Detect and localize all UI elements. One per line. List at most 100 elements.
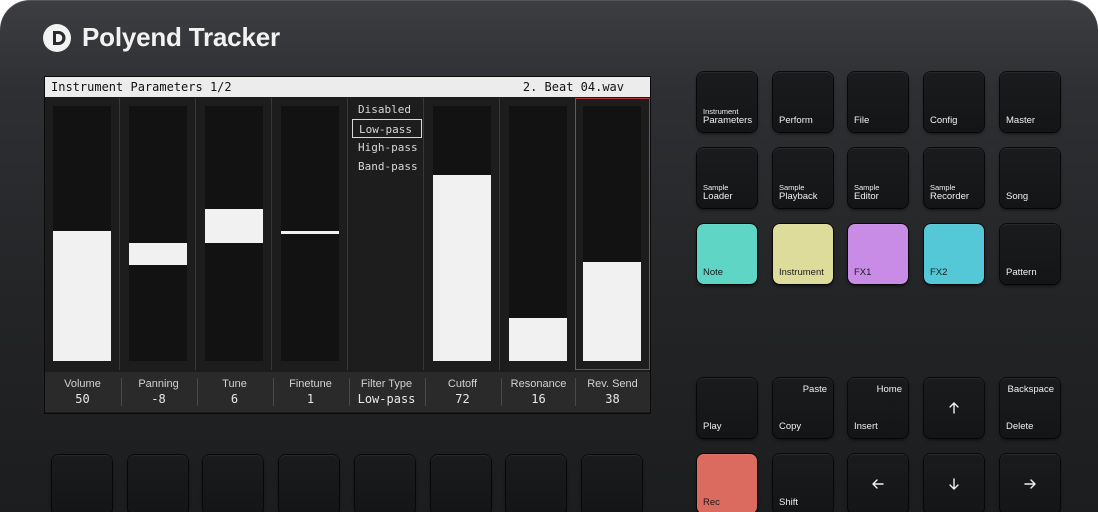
config-button[interactable]: Config [924, 72, 984, 132]
param-label-finetune: Finetune 1 [273, 372, 348, 412]
filter-option-high-pass[interactable]: High-pass [352, 138, 422, 157]
filter-option-low-pass[interactable]: Low-pass [352, 119, 422, 138]
filter-option-band-pass[interactable]: Band-pass [352, 157, 422, 176]
arrow-up-icon [949, 402, 959, 414]
screen-header: Instrument Parameters 1/2 2. Beat 04.wav [45, 77, 650, 97]
note-label: Note [703, 267, 724, 278]
insert-label: Insert [854, 421, 878, 432]
param-value: 6 [230, 392, 239, 406]
sample-playback-button[interactable]: Sample Playback [773, 148, 833, 208]
display-screen: Instrument Parameters 1/2 2. Beat 04.wav… [44, 76, 651, 414]
screen-pad-7[interactable] [506, 455, 566, 512]
param-name: Tune [222, 378, 247, 390]
param-label-filter-type: Filter Type Low-pass [349, 372, 424, 412]
instrument-parameters-button[interactable]: Instrument Parameters [697, 72, 757, 132]
master-button[interactable]: Master [1000, 72, 1060, 132]
param-value: -8 [151, 392, 166, 406]
screen-pad-5[interactable] [355, 455, 415, 512]
backspace-label: Backspace [1007, 384, 1054, 395]
cutoff-bar-fill [433, 175, 491, 361]
arrow-right-button[interactable] [1000, 454, 1060, 512]
song-button[interactable]: Song [1000, 148, 1060, 208]
param-column-finetune[interactable] [273, 98, 348, 370]
shift-button[interactable]: Shift [773, 454, 833, 512]
param-name: Resonance [510, 378, 567, 390]
param-column-rev-send[interactable] [575, 98, 650, 370]
shift-label: Shift [779, 497, 799, 508]
polyend-logo-icon [43, 23, 71, 52]
param-label-tune: Tune 6 [197, 372, 272, 412]
master-label: Master [1006, 115, 1036, 126]
param-value: 72 [455, 392, 470, 406]
sample-playback-label: Playback [779, 191, 818, 202]
sample-editor-button[interactable]: Sample Editor [848, 148, 908, 208]
paste-label: Paste [802, 384, 827, 395]
arrow-down-button[interactable] [924, 454, 984, 512]
sample-loader-button[interactable]: Sample Loader [697, 148, 757, 208]
finetune-bar-marker [281, 231, 339, 234]
param-label-bar: Volume 50 Panning -8 Tune 6 Finetune 1 Filte… [45, 372, 650, 412]
arrow-right-icon [1024, 479, 1036, 489]
screen-pad-8[interactable] [582, 455, 642, 512]
screen-title: Instrument Parameters 1/2 [51, 80, 232, 94]
param-name: Panning [138, 378, 179, 390]
param-column-resonance[interactable] [501, 98, 576, 370]
file-button[interactable]: File [848, 72, 908, 132]
param-name: Filter Type [360, 378, 413, 390]
filter-option-disabled[interactable]: Disabled [352, 100, 422, 119]
instrument-parameters-label: Parameters [703, 115, 753, 126]
param-name: Volume [64, 378, 101, 390]
home-label: Home [876, 384, 902, 395]
pattern-button[interactable]: Pattern [1000, 224, 1060, 284]
param-value: 16 [531, 392, 546, 406]
sample-editor-label: Editor [854, 191, 879, 202]
resonance-bar-track [509, 106, 567, 361]
screen-pad-6[interactable] [431, 455, 491, 512]
param-column-tune[interactable] [197, 98, 272, 370]
resonance-bar-fill [509, 318, 567, 361]
fx2-label: FX2 [930, 267, 948, 278]
param-label-resonance: Resonance 16 [501, 372, 576, 412]
arrow-up-button[interactable] [924, 378, 984, 438]
polyend-tracker-device: Polyend Tracker Instrument Parameters 1/… [0, 0, 1098, 512]
screen-pad-3[interactable] [203, 455, 263, 512]
arrow-left-button[interactable] [848, 454, 908, 512]
fx1-button[interactable]: FX1 [848, 224, 908, 284]
param-column-volume[interactable] [45, 98, 120, 370]
param-name: Cutoff [447, 378, 478, 390]
instrument-button[interactable]: Instrument [773, 224, 833, 284]
song-label: Song [1006, 191, 1029, 202]
screen-pad-1[interactable] [52, 455, 112, 512]
play-button[interactable]: Play [697, 378, 757, 438]
param-value: 50 [75, 392, 90, 406]
param-column-cutoff[interactable] [425, 98, 500, 370]
instrument-name: 2. Beat 04.wav [522, 80, 624, 94]
copy-paste-button[interactable]: Paste Copy [773, 378, 833, 438]
insert-home-button[interactable]: Home Insert [848, 378, 908, 438]
volume-bar-track [53, 106, 111, 361]
param-column-filter-type[interactable]: Disabled Low-pass High-pass Band-pass [349, 98, 424, 370]
note-button[interactable]: Note [697, 224, 757, 284]
param-value: 38 [605, 392, 620, 406]
sample-recorder-button[interactable]: Sample Recorder [924, 148, 984, 208]
param-label-rev-send: Rev. Send 38 [575, 372, 650, 412]
param-column-panning[interactable] [121, 98, 196, 370]
file-label: File [854, 115, 870, 126]
panning-bar-marker [129, 243, 187, 265]
rev-send-bar-fill [583, 262, 641, 361]
config-label: Config [930, 115, 958, 126]
screen-pad-4[interactable] [279, 455, 339, 512]
rec-button[interactable]: Rec [697, 454, 757, 512]
filter-type-list: Disabled Low-pass High-pass Band-pass [352, 100, 422, 176]
param-value: Low-pass [357, 392, 416, 406]
perform-button[interactable]: Perform [773, 72, 833, 132]
play-label: Play [703, 421, 722, 432]
tune-bar-track [205, 106, 263, 361]
fx2-button[interactable]: FX2 [924, 224, 984, 284]
cutoff-bar-track [433, 106, 491, 361]
screen-pad-2[interactable] [128, 455, 188, 512]
tune-bar-marker [205, 209, 263, 243]
param-label-panning: Panning -8 [121, 372, 196, 412]
rec-label: Rec [703, 497, 720, 508]
delete-backspace-button[interactable]: Backspace Delete [1000, 378, 1060, 438]
